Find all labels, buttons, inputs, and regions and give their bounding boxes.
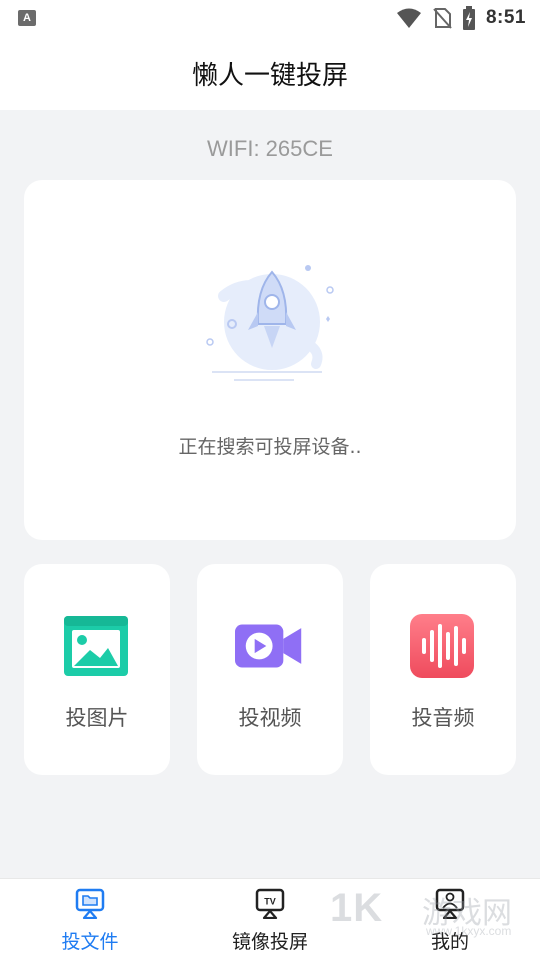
device-search-card: 正在搜索可投屏设备.. [24, 180, 516, 540]
cast-image-button[interactable]: 投图片 [24, 564, 170, 775]
status-bar: A 8:51 [0, 0, 540, 36]
wifi-label: WIFI: 265CE [207, 136, 333, 161]
svg-text:TV: TV [264, 897, 276, 907]
tv-mirror-icon: TV [255, 888, 285, 919]
nav-cast-file[interactable]: 投文件 [0, 879, 180, 960]
rocket-icon [206, 265, 334, 381]
status-time: 8:51 [485, 7, 526, 28]
battery-charging-icon [462, 6, 475, 30]
image-icon [64, 616, 128, 676]
search-status: 正在搜索可投屏设备.. [178, 436, 362, 458]
cast-image-label: 投图片 [65, 706, 129, 730]
status-icons: 8:51 [396, 4, 526, 32]
audio-waveform-icon [410, 614, 474, 678]
nav-mirror-cast[interactable]: TV 镜像投屏 [180, 879, 360, 960]
nav-cast-file-label: 投文件 [61, 931, 119, 953]
no-sim-icon [433, 8, 452, 29]
cast-audio-button[interactable]: 投音频 [370, 564, 516, 775]
profile-icon [435, 888, 465, 919]
nav-profile[interactable]: 我的 [360, 879, 540, 960]
wifi-icon [396, 8, 421, 28]
text-input-icon: A [18, 10, 36, 26]
cast-video-label: 投视频 [238, 706, 302, 730]
cast-file-icon [75, 888, 105, 919]
page-title: 懒人一键投屏 [191, 60, 348, 91]
cast-audio-label: 投音频 [411, 706, 475, 730]
nav-profile-label: 我的 [430, 931, 469, 953]
title-bar: 懒人一键投屏 [0, 36, 540, 110]
bottom-nav: 投文件 TV 镜像投屏 我的 [0, 878, 540, 960]
cast-video-button[interactable]: 投视频 [197, 564, 343, 775]
nav-mirror-cast-label: 镜像投屏 [231, 931, 308, 953]
video-camera-icon [235, 624, 302, 668]
